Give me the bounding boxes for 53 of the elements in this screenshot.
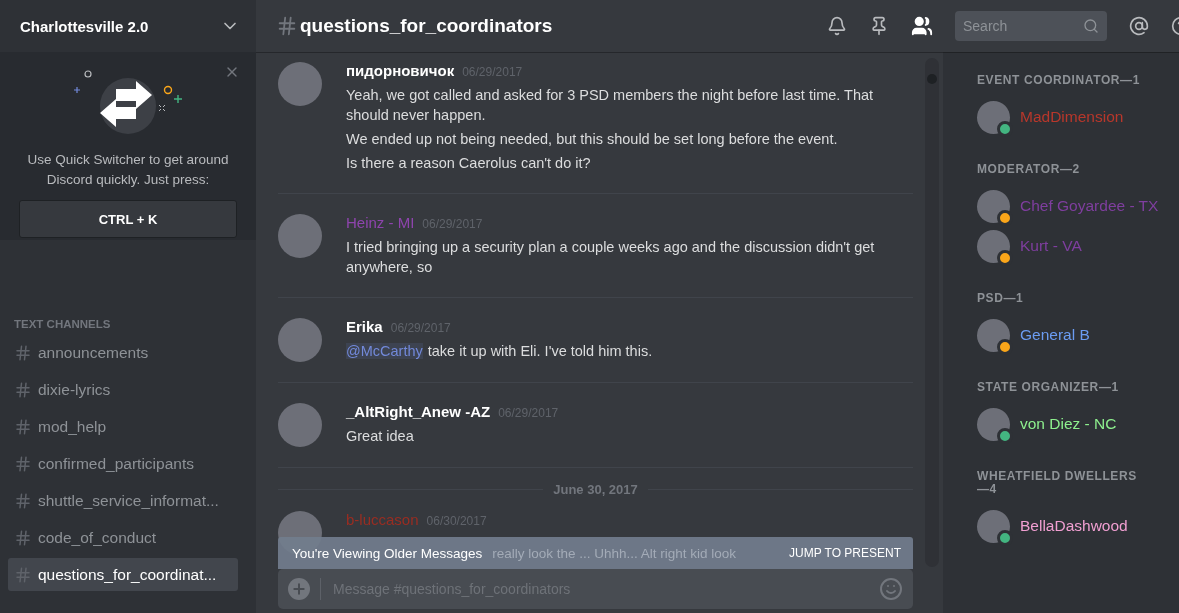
channel-item[interactable]: dixie-lyrics (8, 373, 238, 406)
hash-icon (14, 417, 32, 436)
mention-at-icon[interactable] (1129, 16, 1149, 36)
channel-item[interactable]: shuttle_service_informat... (8, 484, 238, 517)
banner-label: You're Viewing Older Messages (292, 545, 483, 561)
hash-icon (276, 15, 298, 37)
notification-bell-icon[interactable] (827, 16, 847, 36)
message-author[interactable]: Erika (346, 318, 383, 335)
message-author[interactable]: пидорновичок (346, 62, 455, 79)
member-name[interactable]: BellaDashwood (1020, 517, 1128, 535)
jump-to-present-button[interactable]: JUMP TO PRESENT (788, 546, 901, 560)
server-name: Charlottesville 2.0 (20, 17, 149, 35)
hash-icon (14, 343, 32, 362)
hash-icon (14, 528, 32, 547)
member-group-title: WHEATFIELD DWELLERS—4 (977, 470, 1138, 496)
message-text: Yeah, we got called and asked for 3 PSD members the night before last time. That should never happen. (346, 86, 875, 125)
message-text: We ended up not being needed, but this should be set long before the event. (346, 130, 839, 149)
hash-icon (14, 565, 32, 584)
member-group-title: MODERATOR—2 (977, 163, 1081, 176)
message-author[interactable]: _AltRight_Anew -AZ (346, 403, 491, 420)
search-icon (1083, 18, 1099, 34)
channel-item[interactable]: confirmed_participants (8, 447, 238, 480)
avatar-photo (278, 403, 322, 447)
message-text: Great idea (346, 427, 415, 446)
channel-item[interactable]: code_of_conduct (8, 521, 238, 554)
plus-icon (291, 581, 307, 597)
hash-icon (14, 454, 32, 473)
quick-switcher-tip: Use Quick Switcher to get around Discord quickly. Just press: (26, 151, 230, 189)
pin-icon[interactable] (869, 16, 889, 36)
channel-title: questions_for_coordinators (300, 15, 553, 37)
members-icon[interactable] (911, 15, 933, 37)
member-group-title: PSD—1 (977, 292, 1025, 305)
member-group-title: EVENT COORDINATOR—1 (977, 74, 1141, 87)
shortcut-key-button[interactable]: CTRL + K (19, 200, 237, 238)
hash-icon (14, 380, 32, 399)
channel-item[interactable]: questions_for_coordinat... (8, 558, 238, 591)
avatar-photo (278, 62, 322, 106)
avatar-photo (278, 214, 322, 258)
date-divider-label: June 30, 2017 (553, 482, 638, 497)
hash-icon (14, 491, 32, 510)
channel-section-title: TEXT CHANNELS (14, 318, 112, 330)
member-name[interactable]: von Diez - NC (1020, 415, 1117, 433)
search-field[interactable]: Search (955, 11, 1107, 41)
mention-link[interactable]: @McCarthy (346, 343, 423, 359)
message-text: @McCarthy take it up with Eli. I've told him this. (346, 342, 654, 361)
avatar-photo (278, 318, 322, 362)
message-text: Is there a reason Caerolus can't do it? (346, 154, 592, 173)
channel-item[interactable]: announcements (8, 336, 238, 369)
message-text: I tried bringing up a security plan a couple weeks ago and the discussion didn't get anywhere, so (346, 238, 876, 277)
member-name[interactable]: General B (1020, 326, 1090, 344)
channel-item[interactable]: mod_help (8, 410, 238, 443)
member-group-title: STATE ORGANIZER—1 (977, 381, 1120, 394)
member-name[interactable]: MadDimension (1020, 108, 1124, 126)
